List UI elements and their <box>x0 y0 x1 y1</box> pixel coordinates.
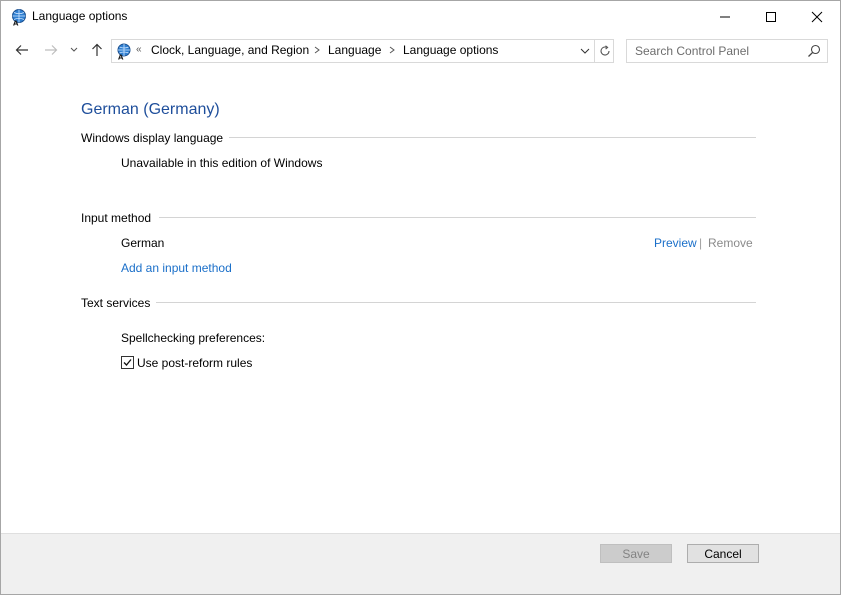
post-reform-label[interactable]: Use post-reform rules <box>137 356 252 370</box>
add-input-method-link[interactable]: Add an input method <box>121 261 232 275</box>
forward-arrow-icon <box>45 45 58 55</box>
input-method-heading: Input method <box>81 211 158 225</box>
breadcrumb-clock-language-region[interactable]: Clock, Language, and Region <box>151 43 309 57</box>
up-button[interactable] <box>87 40 107 60</box>
address-divider <box>594 40 595 62</box>
recent-locations-button[interactable] <box>66 40 82 60</box>
page-title: German (Germany) <box>81 101 220 118</box>
section-divider <box>227 137 756 138</box>
content-area: German (Germany) Windows display languag… <box>1 68 840 533</box>
breadcrumb-language-options[interactable]: Language options <box>403 43 498 57</box>
refresh-button[interactable] <box>596 42 614 60</box>
chevron-down-icon <box>70 47 78 52</box>
checkmark-icon <box>123 359 132 366</box>
refresh-icon <box>600 45 610 56</box>
search-box[interactable]: Search Control Panel <box>626 39 828 63</box>
title-bar: A Language options <box>1 1 840 32</box>
address-dropdown-chevron-icon[interactable] <box>578 45 592 57</box>
save-button[interactable]: Save <box>600 544 672 563</box>
chevron-right-icon[interactable] <box>388 46 396 54</box>
window-title: Language options <box>32 9 128 23</box>
minimize-button[interactable] <box>702 1 748 32</box>
section-divider <box>159 217 756 218</box>
language-options-window: A Language options A « Clock, Language, … <box>0 0 841 595</box>
chevron-right-icon[interactable] <box>313 46 321 54</box>
back-button[interactable] <box>12 40 32 60</box>
breadcrumb-language[interactable]: Language <box>328 43 381 57</box>
search-input[interactable]: Search Control Panel <box>635 44 749 58</box>
display-language-status: Unavailable in this edition of Windows <box>121 156 323 170</box>
search-icon[interactable] <box>807 44 821 58</box>
post-reform-checkbox[interactable] <box>121 356 134 369</box>
spellchecking-preferences-label: Spellchecking preferences: <box>121 331 266 345</box>
close-button[interactable] <box>794 1 840 32</box>
back-arrow-icon <box>15 45 28 55</box>
control-panel-globe-icon: A <box>115 42 133 62</box>
maximize-button[interactable] <box>748 1 794 32</box>
maximize-icon <box>766 11 776 22</box>
svg-text:A: A <box>13 20 19 27</box>
up-arrow-icon <box>92 43 102 56</box>
minimize-icon <box>720 16 730 17</box>
breadcrumb-overflow[interactable]: « <box>136 44 142 55</box>
close-icon <box>811 11 823 22</box>
section-divider <box>151 302 756 303</box>
display-language-heading: Windows display language <box>81 131 230 145</box>
cancel-button[interactable]: Cancel <box>687 544 759 563</box>
language-globe-icon: A <box>10 8 28 28</box>
link-separator: | <box>699 236 703 250</box>
forward-button[interactable] <box>41 40 61 60</box>
input-method-name: German <box>121 236 165 250</box>
text-services-heading: Text services <box>81 296 157 310</box>
navigation-bar: A « Clock, Language, and Region Language… <box>1 32 840 68</box>
svg-text:A: A <box>118 54 124 61</box>
dialog-footer: Save Cancel <box>1 533 840 594</box>
address-bar[interactable]: A « Clock, Language, and Region Language… <box>111 39 614 63</box>
remove-link[interactable]: Remove <box>708 236 753 250</box>
preview-link[interactable]: Preview <box>654 236 697 250</box>
